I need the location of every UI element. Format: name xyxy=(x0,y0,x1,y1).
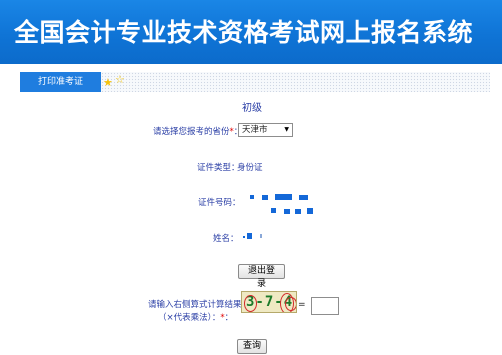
captcha-hint: （×代表乘法）： xyxy=(158,313,221,323)
captcha-prompt-line2: （×代表乘法）：*： xyxy=(158,311,233,323)
star-icon: ★ xyxy=(103,76,113,89)
query-button[interactable]: 查询 xyxy=(237,339,267,354)
captcha-prompt: 请输入右侧算式计算结果 xyxy=(148,300,242,310)
logout-button[interactable]: 退出登录 xyxy=(238,264,285,289)
province-label: 请选择您报考的省份*： xyxy=(153,125,242,137)
star-icon: ☆ xyxy=(115,73,125,86)
province-select-value: 天津市 xyxy=(242,125,268,135)
province-label-text: 请选择您报考的省份 xyxy=(153,127,230,137)
id-type-value: 身份证 xyxy=(237,163,263,173)
captcha-image[interactable]: 3-7-4 xyxy=(241,291,297,313)
captcha-answer-input[interactable] xyxy=(311,297,339,315)
header-banner: 全国会计专业技术资格考试网上报名系统 xyxy=(0,0,502,64)
id-type-label: 证件类型： xyxy=(197,163,240,173)
equals-sign: = xyxy=(298,300,306,310)
id-number-label: 证件号码： xyxy=(198,198,241,208)
tab-bar: 打印准考证 ★ ☆ xyxy=(20,72,490,92)
province-select[interactable]: 天津市 ▼ xyxy=(238,123,293,137)
page-title: 全国会计专业技术资格考试网上报名系统 xyxy=(14,18,474,47)
tab-print-admission-ticket[interactable]: 打印准考证 xyxy=(20,72,101,92)
exam-level-heading: 初级 xyxy=(242,103,262,114)
captcha-hint-colon: ： xyxy=(224,313,234,323)
name-label: 姓名： xyxy=(213,234,239,244)
chevron-down-icon: ▼ xyxy=(284,126,289,133)
